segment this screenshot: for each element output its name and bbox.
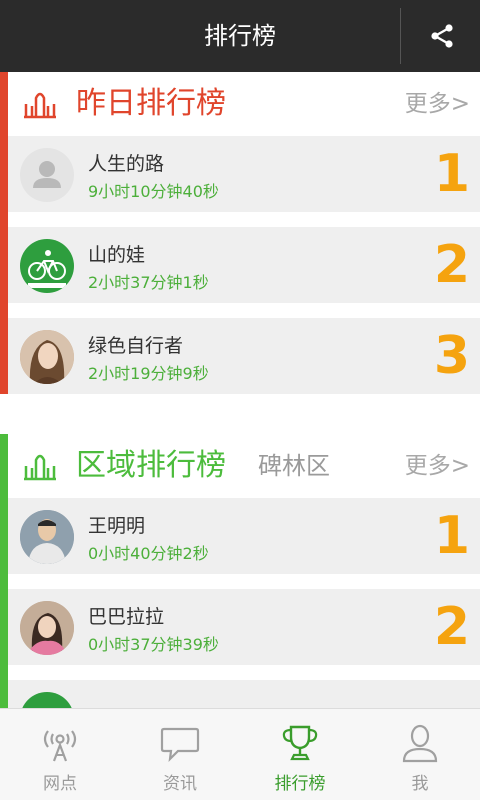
ranking-row[interactable]: 王明明 0小时40分钟2秒 1 — [8, 498, 480, 574]
ranking-row-partial[interactable] — [8, 680, 480, 708]
ride-time: 0小时37分钟39秒 — [88, 635, 219, 654]
share-icon — [431, 24, 453, 48]
trophy-icon — [282, 725, 318, 761]
tab-label: 排行榜 — [274, 774, 326, 794]
photo-avatar-icon — [20, 510, 74, 564]
top-bar: 排行榜 — [0, 0, 480, 72]
photo-avatar-icon — [20, 330, 74, 384]
section-accent-bar — [0, 434, 8, 708]
ranking-content[interactable]: 昨日排行榜 更多> 人生的路 9小时10分钟40秒 1 山的娃 2小时37分钟1… — [0, 72, 480, 708]
rank-number: 2 — [433, 235, 470, 295]
more-link[interactable]: 更多> — [405, 434, 470, 498]
chat-bubble-icon — [160, 727, 200, 763]
share-button[interactable] — [412, 14, 472, 58]
yesterday-ranking-section: 昨日排行榜 更多> 人生的路 9小时10分钟40秒 1 山的娃 2小时37分钟1… — [0, 72, 480, 394]
avatar — [20, 239, 74, 293]
rank-number: 3 — [433, 326, 470, 386]
signal-icon — [43, 730, 77, 762]
ride-time: 2小时37分钟1秒 — [88, 273, 209, 292]
ranking-row[interactable]: 巴巴拉拉 0小时37分钟39秒 2 — [8, 589, 480, 665]
region-area-label[interactable]: 碑林区 — [258, 434, 330, 498]
tab-outlets[interactable]: 网点 — [0, 709, 120, 800]
section-accent-bar — [0, 72, 8, 394]
header-divider — [400, 8, 401, 64]
avatar — [20, 601, 74, 655]
tab-label: 网点 — [43, 774, 77, 794]
avatar — [20, 692, 74, 708]
user-name: 巴巴拉拉 — [88, 606, 165, 628]
user-name: 王明明 — [88, 515, 146, 537]
ride-time: 0小时40分钟2秒 — [88, 544, 209, 563]
default-avatar-icon — [33, 161, 61, 188]
user-icon — [402, 724, 438, 763]
section-title: 区域排行榜 — [76, 448, 226, 483]
ranking-logo-icon — [24, 454, 56, 481]
ranking-row[interactable]: 绿色自行者 2小时19分钟9秒 3 — [8, 318, 480, 394]
page-title: 排行榜 — [204, 22, 276, 50]
ranking-row[interactable]: 人生的路 9小时10分钟40秒 1 — [8, 136, 480, 212]
bicycle-icon — [28, 250, 66, 288]
ride-time: 9小时10分钟40秒 — [88, 182, 219, 201]
photo-avatar-icon — [20, 601, 74, 655]
bottom-tab-bar: 网点 资讯 排行榜 我 — [0, 708, 480, 800]
tab-label: 我 — [411, 774, 429, 794]
tab-me[interactable]: 我 — [360, 709, 480, 800]
ranking-row[interactable]: 山的娃 2小时37分钟1秒 2 — [8, 227, 480, 303]
user-name: 绿色自行者 — [88, 335, 184, 357]
avatar — [20, 510, 74, 564]
section-title: 昨日排行榜 — [76, 86, 226, 121]
region-section-header: 区域排行榜 碑林区 更多> — [8, 434, 480, 498]
avatar — [20, 148, 74, 202]
yesterday-section-header: 昨日排行榜 更多> — [8, 72, 480, 136]
tab-ranking[interactable]: 排行榜 — [240, 709, 360, 800]
region-ranking-section: 区域排行榜 碑林区 更多> 王明明 0小时40分钟2秒 1 巴巴拉拉 0小时37… — [0, 434, 480, 708]
rank-number: 1 — [433, 144, 470, 204]
user-name: 人生的路 — [88, 153, 165, 175]
tab-news[interactable]: 资讯 — [120, 709, 240, 800]
rank-number: 1 — [433, 506, 470, 566]
user-name: 山的娃 — [88, 244, 146, 266]
tab-label: 资讯 — [163, 774, 197, 794]
ranking-logo-icon — [24, 92, 56, 119]
rank-number: 2 — [433, 597, 470, 657]
more-link[interactable]: 更多> — [405, 72, 470, 136]
avatar — [20, 330, 74, 384]
ride-time: 2小时19分钟9秒 — [88, 364, 209, 383]
